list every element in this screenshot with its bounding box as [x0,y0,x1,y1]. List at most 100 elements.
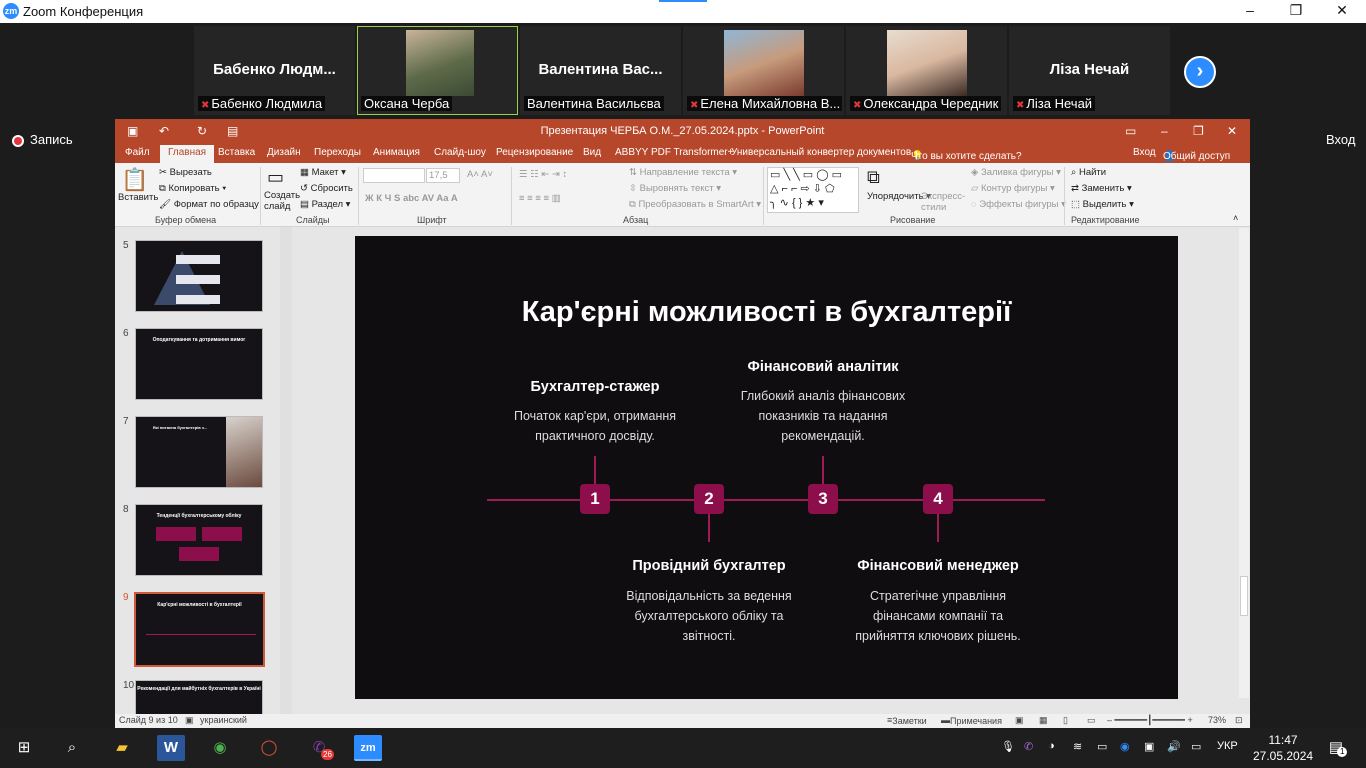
clock[interactable]: 11:47 27.05.2024 [1253,732,1313,764]
reading-view-icon[interactable]: ▯ [1063,715,1068,726]
copy-button[interactable]: ⧉ Копировать ▾ [159,183,226,194]
thumb-box [176,295,220,304]
participant-tile[interactable]: Ліза Нечай ✖ Ліза Нечай [1009,26,1170,115]
tab-transitions[interactable]: Переходы [314,147,361,158]
fit-to-window-icon[interactable]: ⊡ [1235,715,1243,726]
find-button[interactable]: ⌕ Найти [1071,167,1106,178]
reset-button[interactable]: ↺ Сбросить [300,183,353,194]
tab-converter[interactable]: Универсальный конвертер документов [731,147,911,158]
tab-slideshow[interactable]: Слайд-шоу [434,147,486,158]
slide-canvas[interactable]: Кар'єрні можливості в бухгалтерії 1 2 3 … [355,236,1178,699]
shape-outline-button[interactable]: ▱ Контур фигуры ▾ [971,183,1055,194]
paste-icon[interactable]: 📋 [121,167,148,193]
start-windows-icon[interactable]: ⊞ [10,735,38,761]
font-size-field[interactable]: 17,5 [426,168,460,183]
collapse-ribbon-icon[interactable]: ˄ [1233,213,1238,223]
viber-icon[interactable]: ✆ 26 [305,735,334,761]
slide-thumbnail[interactable]: Оподаткування та дотримання вимог [135,328,263,400]
smartart-button[interactable]: ⧉ Преобразовать в SmartArt ▾ [629,199,761,210]
tab-review[interactable]: Рецензирование [496,147,573,158]
slide-thumbnail[interactable]: Які питання бухгалтерів з... [135,416,263,488]
restore-button[interactable]: ❐ [1281,2,1311,19]
participant-tile[interactable]: Валентина Вас... Валентина Васильєва [520,26,681,115]
shape-fill-button[interactable]: ◈ Заливка фигуры ▾ [971,167,1061,178]
shape-effects-button[interactable]: ◌ Эффекты фигуры ▾ [971,199,1066,210]
slide-thumbnail[interactable]: Рекомендації для майбутніх бухгалтерів в… [135,680,263,714]
tab-insert[interactable]: Вставка [218,147,255,158]
notification-icon[interactable]: ▤ 1 [1322,735,1350,761]
font-grow-icon[interactable]: A˄ A˅ [467,169,493,180]
chrome-icon[interactable]: ◉ [206,735,234,761]
network-icon[interactable]: ≋ [1073,740,1082,753]
tab-animations[interactable]: Анимация [373,147,420,158]
paste-button[interactable]: Вставить [118,192,158,203]
zoom-taskbar-icon[interactable]: zm [354,735,382,761]
align-text-button[interactable]: ⇳ Выровнять текст ▾ [629,183,721,194]
align-icons[interactable]: ≡ ≡ ≡ ≡ ▥ [519,193,561,204]
text-direction-button[interactable]: ⇅ Направление текста ▾ [629,167,737,178]
slide-scrollbar[interactable] [1239,228,1249,698]
tab-home[interactable]: Главная [160,145,215,163]
tab-design[interactable]: Дизайн [267,147,301,158]
ppt-minimize-icon[interactable]: – [1161,124,1168,138]
battery-icon[interactable]: ▭ [1097,740,1107,753]
notes-button[interactable]: ≡ Заметки [887,715,927,726]
minimize-button[interactable]: – [1235,2,1265,18]
tab-file[interactable]: Файл [125,147,150,158]
signin-link[interactable]: Вход [1133,147,1156,158]
font-format-icons[interactable]: Ж К Ч S abc AV Aa A [365,193,458,204]
mic-icon[interactable]: 🎙 [1001,740,1015,753]
ppt-close-icon[interactable]: ✕ [1227,124,1237,138]
view-handle[interactable] [659,0,707,2]
tray-display-icon[interactable]: ▣ [1144,740,1154,753]
ppt-restore-icon[interactable]: ❐ [1193,124,1204,138]
word-icon[interactable]: W [157,735,185,761]
comments-button[interactable]: ▬ Примечания [941,715,1002,726]
tab-view[interactable]: Вид [583,147,601,158]
language-indicator[interactable]: украинский [200,715,247,725]
close-button[interactable]: ✕ [1327,2,1357,19]
next-page-arrow-icon[interactable]: › [1184,56,1216,88]
bullets-icons[interactable]: ☰ ☷ ⇤ ⇥ ↕ [519,169,567,180]
normal-view-icon[interactable]: ▣ [1015,715,1024,726]
cut-button[interactable]: ✂ Вырезать [159,167,212,178]
thumbnail-scrollbar[interactable] [280,227,292,714]
slideshow-view-icon[interactable]: ▭ [1087,715,1096,726]
format-painter-button[interactable]: 🖌 Формат по образцу [159,199,259,210]
participant-tile[interactable]: Бабенко Людм... ✖ Бабенко Людмила [194,26,355,115]
slide-thumbnail[interactable]: Тенденції бухгалтерському обліку [135,504,263,576]
participant-tile[interactable]: ✖ Елена Михайловна В... [683,26,844,115]
search-icon[interactable]: ⌕ [58,735,86,761]
monitor-icon[interactable]: ▭ [1191,740,1201,753]
viber-tray-icon[interactable]: ✆ [1024,740,1033,753]
replace-button[interactable]: ⇄ Заменить ▾ [1071,183,1132,194]
language-indicator[interactable]: УКР [1217,740,1238,752]
volume-icon[interactable]: 🔊 [1167,740,1181,753]
scrollbar-thumb[interactable] [1240,576,1248,616]
ribbon-options-icon[interactable]: ▭ [1125,124,1136,138]
tray-app-icon[interactable]: ◑ [1048,740,1055,752]
zoom-tray-icon[interactable]: ◉ [1120,740,1130,753]
new-slide-button[interactable]: Создать слайд [264,190,300,212]
sorter-view-icon[interactable]: ▦ [1039,715,1048,726]
spellcheck-icon[interactable]: ▣ [185,715,194,726]
file-explorer-icon[interactable]: ▰ [108,735,136,761]
slide-thumbnail-selected[interactable]: Кар'єрні можливості в бухгалтерії [134,592,265,667]
layout-button[interactable]: ▦ Макет ▾ [300,167,346,178]
participant-tile[interactable]: ✖ Олександра Чередник [846,26,1007,115]
font-name-field[interactable] [363,168,425,183]
arrange-icon[interactable]: ⧉ [867,167,880,188]
slide-thumbnail[interactable] [135,240,263,312]
login-button[interactable]: Вход [1326,132,1355,147]
select-button[interactable]: ⬚ Выделить ▾ [1071,199,1134,210]
new-slide-icon[interactable]: ▭ [267,167,284,188]
participant-tile-active[interactable]: Оксана Черба [357,26,518,115]
opera-icon[interactable]: ◯ [255,735,283,761]
section-button[interactable]: ▤ Раздел ▾ [300,199,350,210]
tab-abbyy[interactable]: ABBYY PDF Transformer+ [615,147,733,158]
zoom-level[interactable]: 73% [1208,715,1226,725]
shapes-gallery[interactable]: ▭ ╲ ╲ ▭ ◯ ▭ △ ⌐ ⌐ ⇨ ⇩ ⬠ ╮ ∿ { } ★ ▾ [767,167,859,213]
record-indicator[interactable]: Запись [12,132,73,147]
zoom-slider[interactable]: – ━━━━━━┃━━━━━━ + [1107,715,1193,726]
quick-styles-button[interactable]: Экспресс-стили [921,191,965,213]
